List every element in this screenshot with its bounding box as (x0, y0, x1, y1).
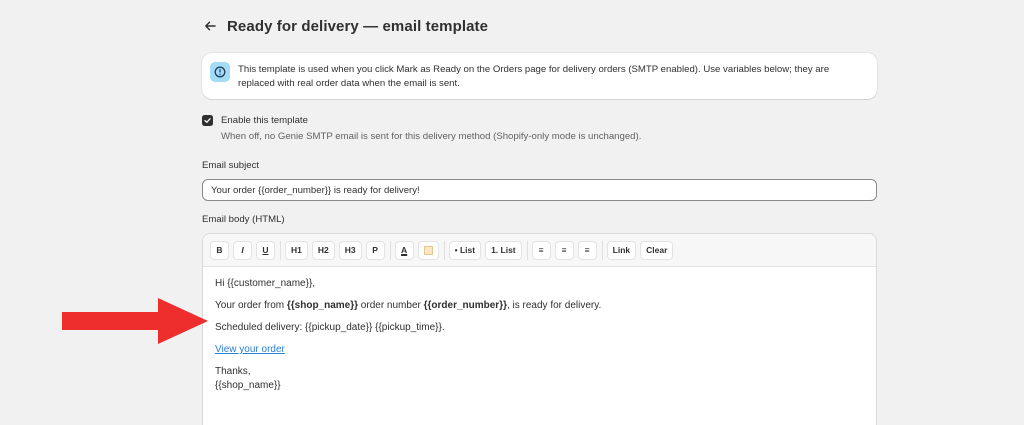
text-color-label: A (401, 245, 408, 255)
bold-button[interactable]: B (210, 240, 229, 260)
red-arrow-icon (62, 298, 208, 344)
shop-name-variable: {{shop_name}} (286, 300, 359, 311)
order-line-prefix: Your order from (215, 300, 287, 311)
signature-line: {{shop_name}} (215, 380, 281, 391)
greeting-line: Hi {{customer_name}}, (215, 278, 316, 289)
info-icon (210, 62, 230, 82)
italic-button[interactable]: I (233, 240, 252, 260)
view-order-link[interactable]: View your order (215, 344, 285, 355)
h1-button[interactable]: H1 (285, 240, 308, 260)
numbered-list-button[interactable]: 1. List (485, 240, 522, 260)
editor-toolbar: B I U H1 H2 H3 P A • List 1. List ≡ ≡ ≡ … (203, 234, 876, 267)
editor-content[interactable]: Hi {{customer_name}}, Your order from {{… (203, 267, 876, 403)
subject-input[interactable] (202, 179, 877, 201)
highlight-color-button[interactable] (417, 240, 439, 260)
body-label: Email body (HTML) (202, 214, 285, 225)
back-arrow-icon[interactable] (199, 15, 221, 37)
enable-template-checkbox[interactable] (202, 115, 213, 126)
text-color-button[interactable]: A (394, 240, 414, 260)
view-order-link-line: View your order (215, 343, 864, 357)
order-line: Your order from {{shop_name}} order numb… (215, 299, 864, 313)
h2-button[interactable]: H2 (311, 240, 335, 260)
link-button[interactable]: Link (606, 240, 637, 260)
clear-button[interactable]: Clear (640, 240, 674, 260)
paragraph-button[interactable]: P (365, 240, 385, 260)
highlight-swatch-icon (423, 245, 433, 255)
page-header: Ready for delivery — email template (202, 14, 488, 38)
order-number-variable: {{order_number}} (423, 300, 507, 311)
toolbar-divider (443, 240, 445, 260)
align-left-button[interactable]: ≡ (531, 240, 551, 260)
h3-button[interactable]: H3 (338, 240, 362, 260)
schedule-line: Scheduled delivery: {{pickup_date}} {{pi… (215, 322, 445, 333)
toolbar-divider (526, 240, 528, 260)
bullet-list-button[interactable]: • List (448, 240, 482, 260)
subject-label: Email subject (202, 160, 260, 171)
toolbar-divider (601, 240, 603, 260)
email-body-editor: B I U H1 H2 H3 P A • List 1. List ≡ ≡ ≡ … (202, 233, 877, 425)
thanks-line: Thanks, (215, 366, 251, 377)
info-banner: This template is used when you click Mar… (202, 53, 877, 99)
order-line-suffix: , is ready for delivery. (506, 300, 602, 311)
underline-button-label: U (262, 245, 269, 255)
toolbar-divider (389, 240, 391, 260)
underline-button[interactable]: U (256, 240, 275, 260)
page-title: Ready for delivery — email template (227, 17, 489, 35)
align-center-button[interactable]: ≡ (554, 240, 574, 260)
enable-template-row: Enable this template (202, 113, 308, 126)
toolbar-divider (280, 240, 281, 260)
banner-text: This template is used when you click Mar… (238, 64, 830, 89)
enable-template-label[interactable]: Enable this template (221, 115, 308, 126)
order-line-middle: order number (358, 300, 424, 311)
enable-template-help: When off, no Genie SMTP email is sent fo… (221, 131, 642, 142)
align-right-button[interactable]: ≡ (577, 240, 597, 260)
